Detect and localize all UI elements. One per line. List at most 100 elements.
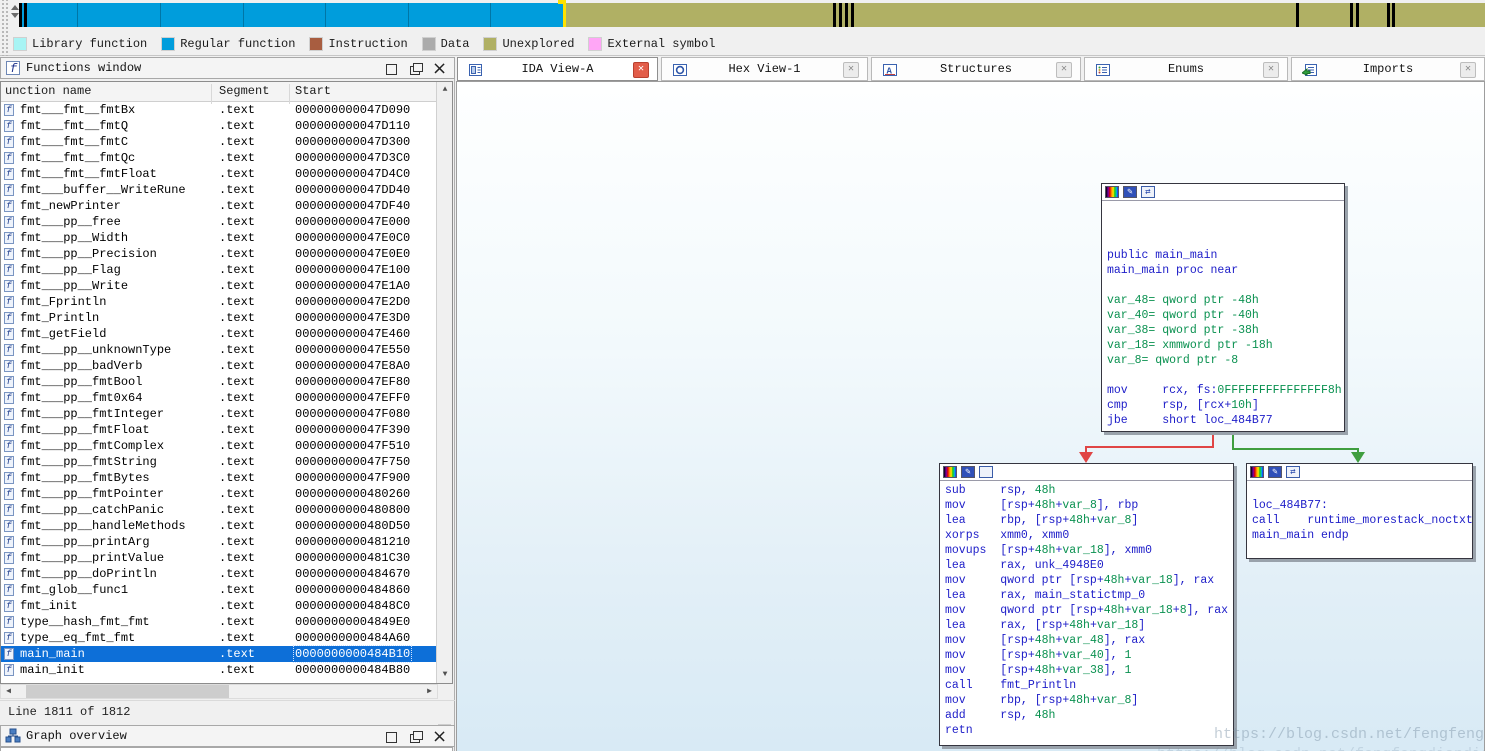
functions-window-titlebar[interactable]: f Functions window [0, 57, 455, 79]
tab-close-icon[interactable] [843, 62, 859, 78]
disasm-line[interactable] [1107, 233, 1344, 248]
band-scroll-up-icon[interactable] [11, 5, 19, 10]
table-row[interactable]: ffmt_Fprintln.text000000000047E2D0 [1, 294, 437, 310]
table-row[interactable]: ffmt_Println.text000000000047E3D0 [1, 310, 437, 326]
node-edit-icon[interactable]: ✎ [961, 466, 975, 478]
disasm-line[interactable]: var_8= qword ptr -8 [1107, 353, 1344, 368]
scroll-down-arrow-icon[interactable] [437, 667, 453, 683]
horizontal-scrollbar[interactable] [0, 684, 438, 699]
table-row[interactable]: ffmt___pp__catchPanic.text00000000004808… [1, 502, 437, 518]
table-row[interactable]: ffmt___pp__free.text000000000047E000 [1, 214, 437, 230]
table-row[interactable]: ffmt___pp__fmtString.text000000000047F75… [1, 454, 437, 470]
node-xrefs-icon[interactable] [979, 466, 993, 478]
table-row[interactable]: ffmt_glob__func1.text0000000000484860 [1, 582, 437, 598]
tab-hex-view-1[interactable]: Hex View-1 [661, 57, 868, 81]
disasm-line[interactable]: public main_main [1107, 248, 1344, 263]
tab-close-icon[interactable] [633, 62, 649, 78]
table-row[interactable]: ffmt___pp__Precision.text000000000047E0E… [1, 246, 437, 262]
vertical-scrollbar[interactable] [436, 82, 452, 683]
table-row[interactable]: ffmt___pp__fmtComplex.text000000000047F5… [1, 438, 437, 454]
disasm-line[interactable]: retn [945, 723, 1233, 738]
tab-close-icon[interactable] [1460, 62, 1476, 78]
table-row[interactable]: ffmt___fmt__fmtQc.text000000000047D3C0 [1, 150, 437, 166]
disasm-line[interactable] [1107, 203, 1344, 218]
disasm-line[interactable]: mov qword ptr [rsp+48h+var_18], rax [945, 573, 1233, 588]
disasm-line[interactable]: add rsp, 48h [945, 708, 1233, 723]
tab-structures[interactable]: A Structures [871, 57, 1081, 81]
table-row[interactable]: ffmt___fmt__fmtFloat.text000000000047D4C… [1, 166, 437, 182]
disasm-line[interactable] [1107, 368, 1344, 383]
tab-enums[interactable]: Enums [1084, 57, 1288, 81]
column-header-segment[interactable]: Segment [219, 84, 269, 98]
disasm-line[interactable]: mov [rsp+48h+var_48], rax [945, 633, 1233, 648]
disasm-line[interactable]: call fmt_Println [945, 678, 1233, 693]
table-row[interactable]: ffmt___pp__unknownType.text000000000047E… [1, 342, 437, 358]
scroll-right-arrow-icon[interactable] [422, 685, 437, 698]
table-row[interactable]: ffmt___pp__fmtFloat.text000000000047F390 [1, 422, 437, 438]
toolbar-grip[interactable] [0, 0, 9, 56]
table-row[interactable]: fmain_init.text0000000000484B80 [1, 662, 437, 678]
tab-close-icon[interactable] [1263, 62, 1279, 78]
float-button[interactable] [407, 61, 424, 77]
table-row[interactable]: ffmt___fmt__fmtC.text000000000047D300 [1, 134, 437, 150]
horizontal-scrollbar-thumb[interactable] [26, 685, 229, 698]
disasm-line[interactable]: lea rax, main_statictmp_0 [945, 588, 1233, 603]
table-row[interactable]: ffmt___pp__doPrintln.text000000000048467… [1, 566, 437, 582]
node-color-icon[interactable] [1250, 466, 1264, 478]
disasm-line[interactable]: jbe short loc_484B77 [1107, 413, 1344, 428]
column-header-name[interactable]: unction name [5, 84, 91, 98]
graph-node-morestack[interactable]: ✎ ⇄ loc_484B77:call runtime_morestack_no… [1246, 463, 1473, 559]
table-row[interactable]: ffmt___pp__fmtInteger.text000000000047F0… [1, 406, 437, 422]
disasm-line[interactable]: main_main endp [1252, 528, 1472, 543]
table-row[interactable]: ffmt___pp__badVerb.text000000000047E8A0 [1, 358, 437, 374]
table-row[interactable]: ffmt_newPrinter.text000000000047DF40 [1, 198, 437, 214]
scroll-left-arrow-icon[interactable] [1, 685, 16, 698]
maximize-button[interactable] [383, 729, 400, 745]
disasm-line[interactable]: var_40= qword ptr -40h [1107, 308, 1344, 323]
column-separator[interactable] [289, 84, 290, 104]
scroll-up-arrow-icon[interactable] [437, 82, 453, 98]
disasm-line[interactable]: loc_484B77: [1252, 498, 1472, 513]
disasm-line[interactable]: lea rax, unk_4948E0 [945, 558, 1233, 573]
table-row[interactable]: ftype__hash_fmt_fmt.text00000000004849E0 [1, 614, 437, 630]
table-row[interactable]: ftype__eq_fmt_fmt.text0000000000484A60 [1, 630, 437, 646]
disasm-line[interactable]: sub rsp, 48h [945, 483, 1233, 498]
functions-table-header[interactable]: unction name Segment Start [1, 82, 437, 102]
disasm-line[interactable] [1107, 218, 1344, 233]
table-row[interactable]: ffmt___pp__Flag.text000000000047E100 [1, 262, 437, 278]
disasm-line[interactable]: movups [rsp+48h+var_18], xmm0 [945, 543, 1233, 558]
node-color-icon[interactable] [1105, 186, 1119, 198]
disasm-line[interactable]: xorps xmm0, xmm0 [945, 528, 1233, 543]
disasm-line[interactable]: var_38= qword ptr -38h [1107, 323, 1344, 338]
node-color-icon[interactable] [943, 466, 957, 478]
navigation-band[interactable] [19, 3, 1485, 27]
close-button[interactable] [431, 61, 448, 77]
table-row[interactable]: ffmt___pp__printValue.text0000000000481C… [1, 550, 437, 566]
band-scroll-arrows[interactable] [11, 5, 19, 23]
tab-imports[interactable]: Imports [1291, 57, 1485, 81]
graph-overview-titlebar[interactable]: Graph overview [0, 725, 455, 747]
column-separator[interactable] [211, 84, 212, 104]
table-row[interactable]: ffmt___pp__Write.text000000000047E1A0 [1, 278, 437, 294]
disasm-line[interactable] [1107, 278, 1344, 293]
disasm-line[interactable]: main_main proc near [1107, 263, 1344, 278]
disasm-line[interactable]: var_18= xmmword ptr -18h [1107, 338, 1344, 353]
disasm-line[interactable]: cmp rsp, [rcx+10h] [1107, 398, 1344, 413]
band-regular-segment[interactable] [19, 3, 563, 27]
column-header-start[interactable]: Start [295, 84, 331, 98]
table-row[interactable]: ffmt_init.text00000000004848C0 [1, 598, 437, 614]
disasm-line[interactable]: mov qword ptr [rsp+48h+var_18+8], rax [945, 603, 1233, 618]
table-row[interactable]: ffmt___pp__fmtBytes.text000000000047F900 [1, 470, 437, 486]
graph-canvas[interactable]: ✎ ⇄ public main_mainmain_main proc near … [456, 81, 1485, 751]
table-row[interactable]: ffmt___buffer__WriteRune.text00000000004… [1, 182, 437, 198]
disasm-line[interactable]: mov [rsp+48h+var_38], 1 [945, 663, 1233, 678]
close-button[interactable] [431, 729, 448, 745]
float-button[interactable] [407, 729, 424, 745]
disasm-line[interactable]: mov rbp, [rsp+48h+var_8] [945, 693, 1233, 708]
graph-overview-canvas[interactable] [0, 747, 453, 751]
table-row[interactable]: ffmt___fmt__fmtQ.text000000000047D110 [1, 118, 437, 134]
table-row[interactable]: fmain_main.text0000000000484B10 [1, 646, 437, 662]
table-row[interactable]: ffmt___pp__Width.text000000000047E0C0 [1, 230, 437, 246]
disasm-line[interactable]: call runtime_morestack_noctxt [1252, 513, 1472, 528]
node-titlebar[interactable]: ✎ [940, 464, 1233, 481]
